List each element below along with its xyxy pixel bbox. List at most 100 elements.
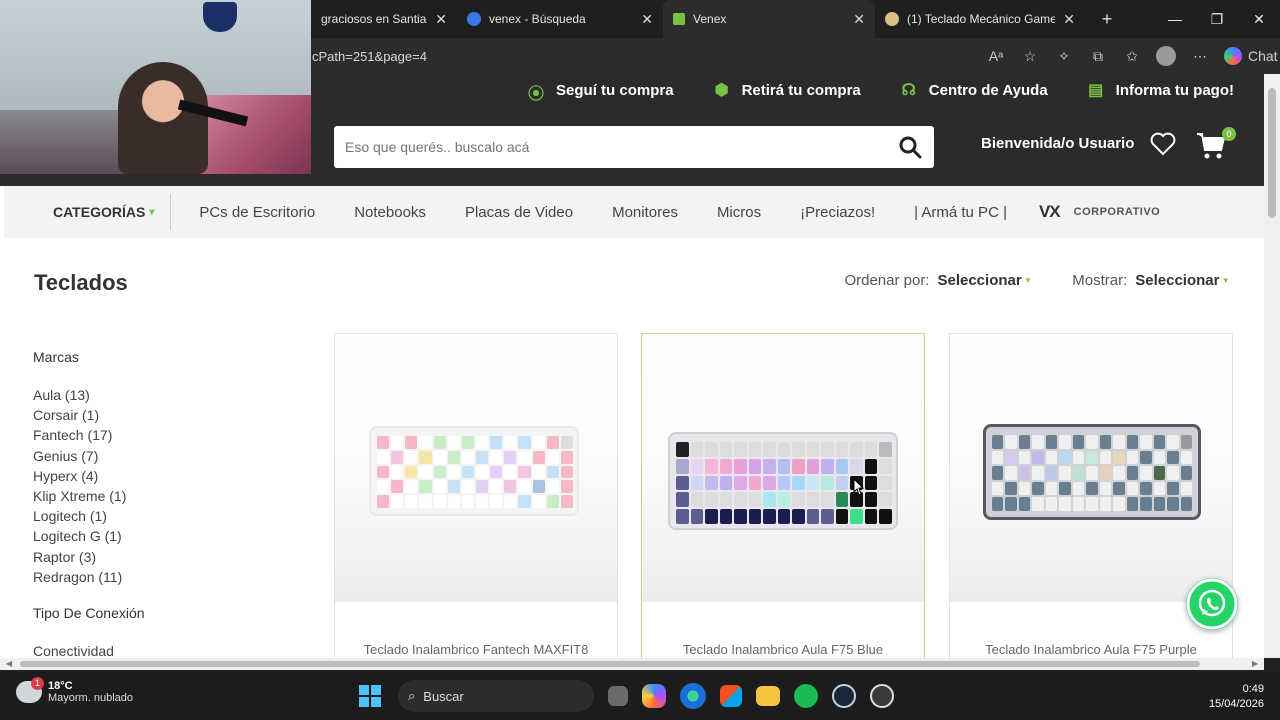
close-tab-icon[interactable]: ✕	[641, 11, 653, 28]
connection-filter-item[interactable]: Conectividad	[33, 643, 283, 658]
new-tab-button[interactable]: +	[1085, 9, 1129, 30]
url-field[interactable]: cPath=251&page=4	[311, 49, 986, 64]
maximize-button[interactable]: ❐	[1196, 11, 1238, 28]
steam-icon[interactable]	[832, 684, 856, 708]
tab-4[interactable]: (1) Teclado Mecánico Gamer M ✕	[875, 0, 1085, 38]
close-window-button[interactable]: ✕	[1238, 11, 1280, 28]
window-controls: — ❐ ✕	[1154, 11, 1280, 28]
catlink-build-pc[interactable]: | Armá tu PC |	[914, 204, 1007, 221]
search-icon: ⌕	[408, 688, 416, 703]
tab-3-active[interactable]: Venex ✕	[663, 0, 875, 38]
brands-heading: Marcas	[33, 349, 79, 365]
spotify-icon[interactable]	[794, 684, 818, 708]
webcam-crest	[203, 2, 237, 32]
brand-filter-item[interactable]: Fantech (17)	[33, 427, 283, 447]
headset-icon: ☊	[901, 82, 916, 99]
minimize-button[interactable]: —	[1154, 11, 1196, 28]
webcam-person	[118, 62, 208, 174]
scroll-thumb[interactable]	[1268, 88, 1276, 218]
corporate-link[interactable]: VX CORPORATIVO	[1039, 202, 1160, 222]
brand-filter-item[interactable]: Hyperx (4)	[33, 468, 283, 488]
catlink-monitors[interactable]: Monitores	[612, 204, 678, 221]
location-icon: ⬢	[714, 82, 729, 99]
microsoft-store-icon[interactable]	[720, 685, 742, 707]
product-image[interactable]	[335, 334, 617, 602]
topnav-label: Centro de Ayuda	[928, 81, 1048, 99]
vertical-scrollbar[interactable]	[1264, 74, 1280, 658]
extensions-icon[interactable]: ✧	[1054, 48, 1074, 65]
tab-1[interactable]: graciosos en Santiago d ✕	[311, 0, 457, 38]
tab-2[interactable]: venex - Búsqueda ✕	[457, 0, 663, 38]
favorite-star-icon[interactable]: ☆	[1020, 48, 1040, 65]
wishlist-heart-icon[interactable]	[1150, 132, 1176, 156]
catlink-video-cards[interactable]: Placas de Video	[465, 204, 573, 221]
topnav-track-order[interactable]: ⦿ Seguí tu compra	[526, 80, 674, 104]
sort-select[interactable]: Seleccionar	[937, 272, 1021, 289]
brand-filter-item[interactable]: Raptor (3)	[33, 549, 283, 569]
categories-dropdown[interactable]: CATEGORÍAS ▾	[4, 194, 172, 230]
brand-filter-item[interactable]: Redragon (11)	[33, 569, 283, 589]
read-aloud-icon[interactable]: Aᵃ	[986, 48, 1006, 64]
obs-icon[interactable]	[870, 684, 894, 708]
webcam-overlay	[0, 0, 311, 174]
welcome-user-link[interactable]: Bienvenida/o Usuario	[981, 135, 1134, 152]
edge-browser-icon[interactable]	[680, 683, 706, 709]
whatsapp-chat-icon[interactable]	[1186, 578, 1238, 630]
close-tab-icon[interactable]: ✕	[1063, 11, 1075, 28]
file-explorer-icon[interactable]	[756, 686, 780, 706]
product-name[interactable]: Teclado Inalambrico Aula F75 Blue	[642, 642, 924, 657]
map-pin-icon: ⦿	[528, 86, 545, 103]
clock-date: 15/04/2026	[1208, 698, 1264, 710]
profile-avatar[interactable]	[1156, 46, 1176, 66]
product-name[interactable]: Teclado Inalambrico Aula F75 Purple	[950, 642, 1232, 657]
topnav-help-center[interactable]: ☊ Centro de Ayuda	[899, 80, 1048, 100]
clock-time: 0:49	[1242, 683, 1264, 695]
taskbar-apps: ⌕ Buscar	[356, 680, 894, 712]
product-card[interactable]: Teclado Inalambrico Aula F75 Blue	[641, 333, 925, 658]
system-clock[interactable]: 0:49 15/04/2026	[1209, 682, 1264, 712]
catlink-notebooks[interactable]: Notebooks	[354, 204, 426, 221]
catlink-deals[interactable]: ¡Preciazos!	[800, 204, 875, 221]
site-search	[334, 126, 934, 168]
address-bar: cPath=251&page=4 Aᵃ ☆ ✧ ⧉ ✩ ⋯ Chat	[311, 38, 1280, 74]
product-image[interactable]	[950, 334, 1232, 602]
more-menu-icon[interactable]: ⋯	[1190, 48, 1210, 65]
top-nav: ⦿ Seguí tu compra ⬢ Retirá tu compra ☊ C…	[488, 80, 1234, 104]
search-icon[interactable]	[898, 135, 922, 159]
close-tab-icon[interactable]: ✕	[435, 11, 447, 28]
brand-filter-item[interactable]: Corsair (1)	[33, 407, 283, 427]
taskbar-search-label: Buscar	[423, 688, 464, 704]
favorites-icon[interactable]: ✩	[1122, 48, 1142, 65]
product-name[interactable]: Teclado Inalambrico Fantech MAXFIT8	[335, 642, 617, 657]
scroll-right-arrow-icon[interactable]: ▶	[1252, 659, 1258, 668]
topnav-payment[interactable]: ▤ Informa tu pago!	[1086, 80, 1234, 100]
brand-list: Aula (13) Corsair (1) Fantech (17) Geniu…	[33, 387, 283, 589]
tab-title: graciosos en Santiago d	[321, 12, 427, 26]
scroll-left-arrow-icon[interactable]: ◀	[6, 659, 12, 668]
scroll-thumb[interactable]	[20, 661, 1200, 667]
temperature: 18°C	[48, 680, 73, 692]
windows-start-icon[interactable]	[356, 682, 384, 710]
product-card[interactable]: Teclado Inalambrico Fantech MAXFIT8	[334, 333, 618, 658]
brand-filter-item[interactable]: Klip Xtreme (1)	[33, 488, 283, 508]
copilot-chat-button[interactable]: Chat	[1224, 47, 1278, 65]
weather-widget[interactable]: 1 18°C Mayorm. nublado	[16, 677, 133, 704]
catlink-cpus[interactable]: Micros	[717, 204, 761, 221]
brand-filter-item[interactable]: Logitech (1)	[33, 508, 283, 528]
category-bar: CATEGORÍAS ▾ PCs de Escritorio Notebooks…	[4, 186, 1264, 238]
browser-tab-bar: graciosos en Santiago d ✕ venex - Búsque…	[311, 0, 1280, 38]
search-input[interactable]	[334, 126, 874, 168]
split-screen-icon[interactable]: ⧉	[1088, 48, 1108, 65]
brand-filter-item[interactable]: Logitech G (1)	[33, 528, 283, 548]
catlink-desktop-pcs[interactable]: PCs de Escritorio	[199, 204, 315, 221]
brand-filter-item[interactable]: Aula (13)	[33, 387, 283, 407]
brand-filter-item[interactable]: Genius (7)	[33, 448, 283, 468]
copilot-icon[interactable]	[642, 684, 666, 708]
product-image[interactable]	[642, 334, 924, 602]
task-view-icon[interactable]	[608, 686, 628, 706]
topnav-pickup[interactable]: ⬢ Retirá tu compra	[712, 80, 861, 100]
close-tab-icon[interactable]: ✕	[853, 11, 865, 28]
show-select[interactable]: Seleccionar	[1135, 272, 1219, 289]
taskbar-search[interactable]: ⌕ Buscar	[398, 680, 594, 712]
horizontal-scrollbar[interactable]: ◀ ▶	[0, 658, 1264, 670]
